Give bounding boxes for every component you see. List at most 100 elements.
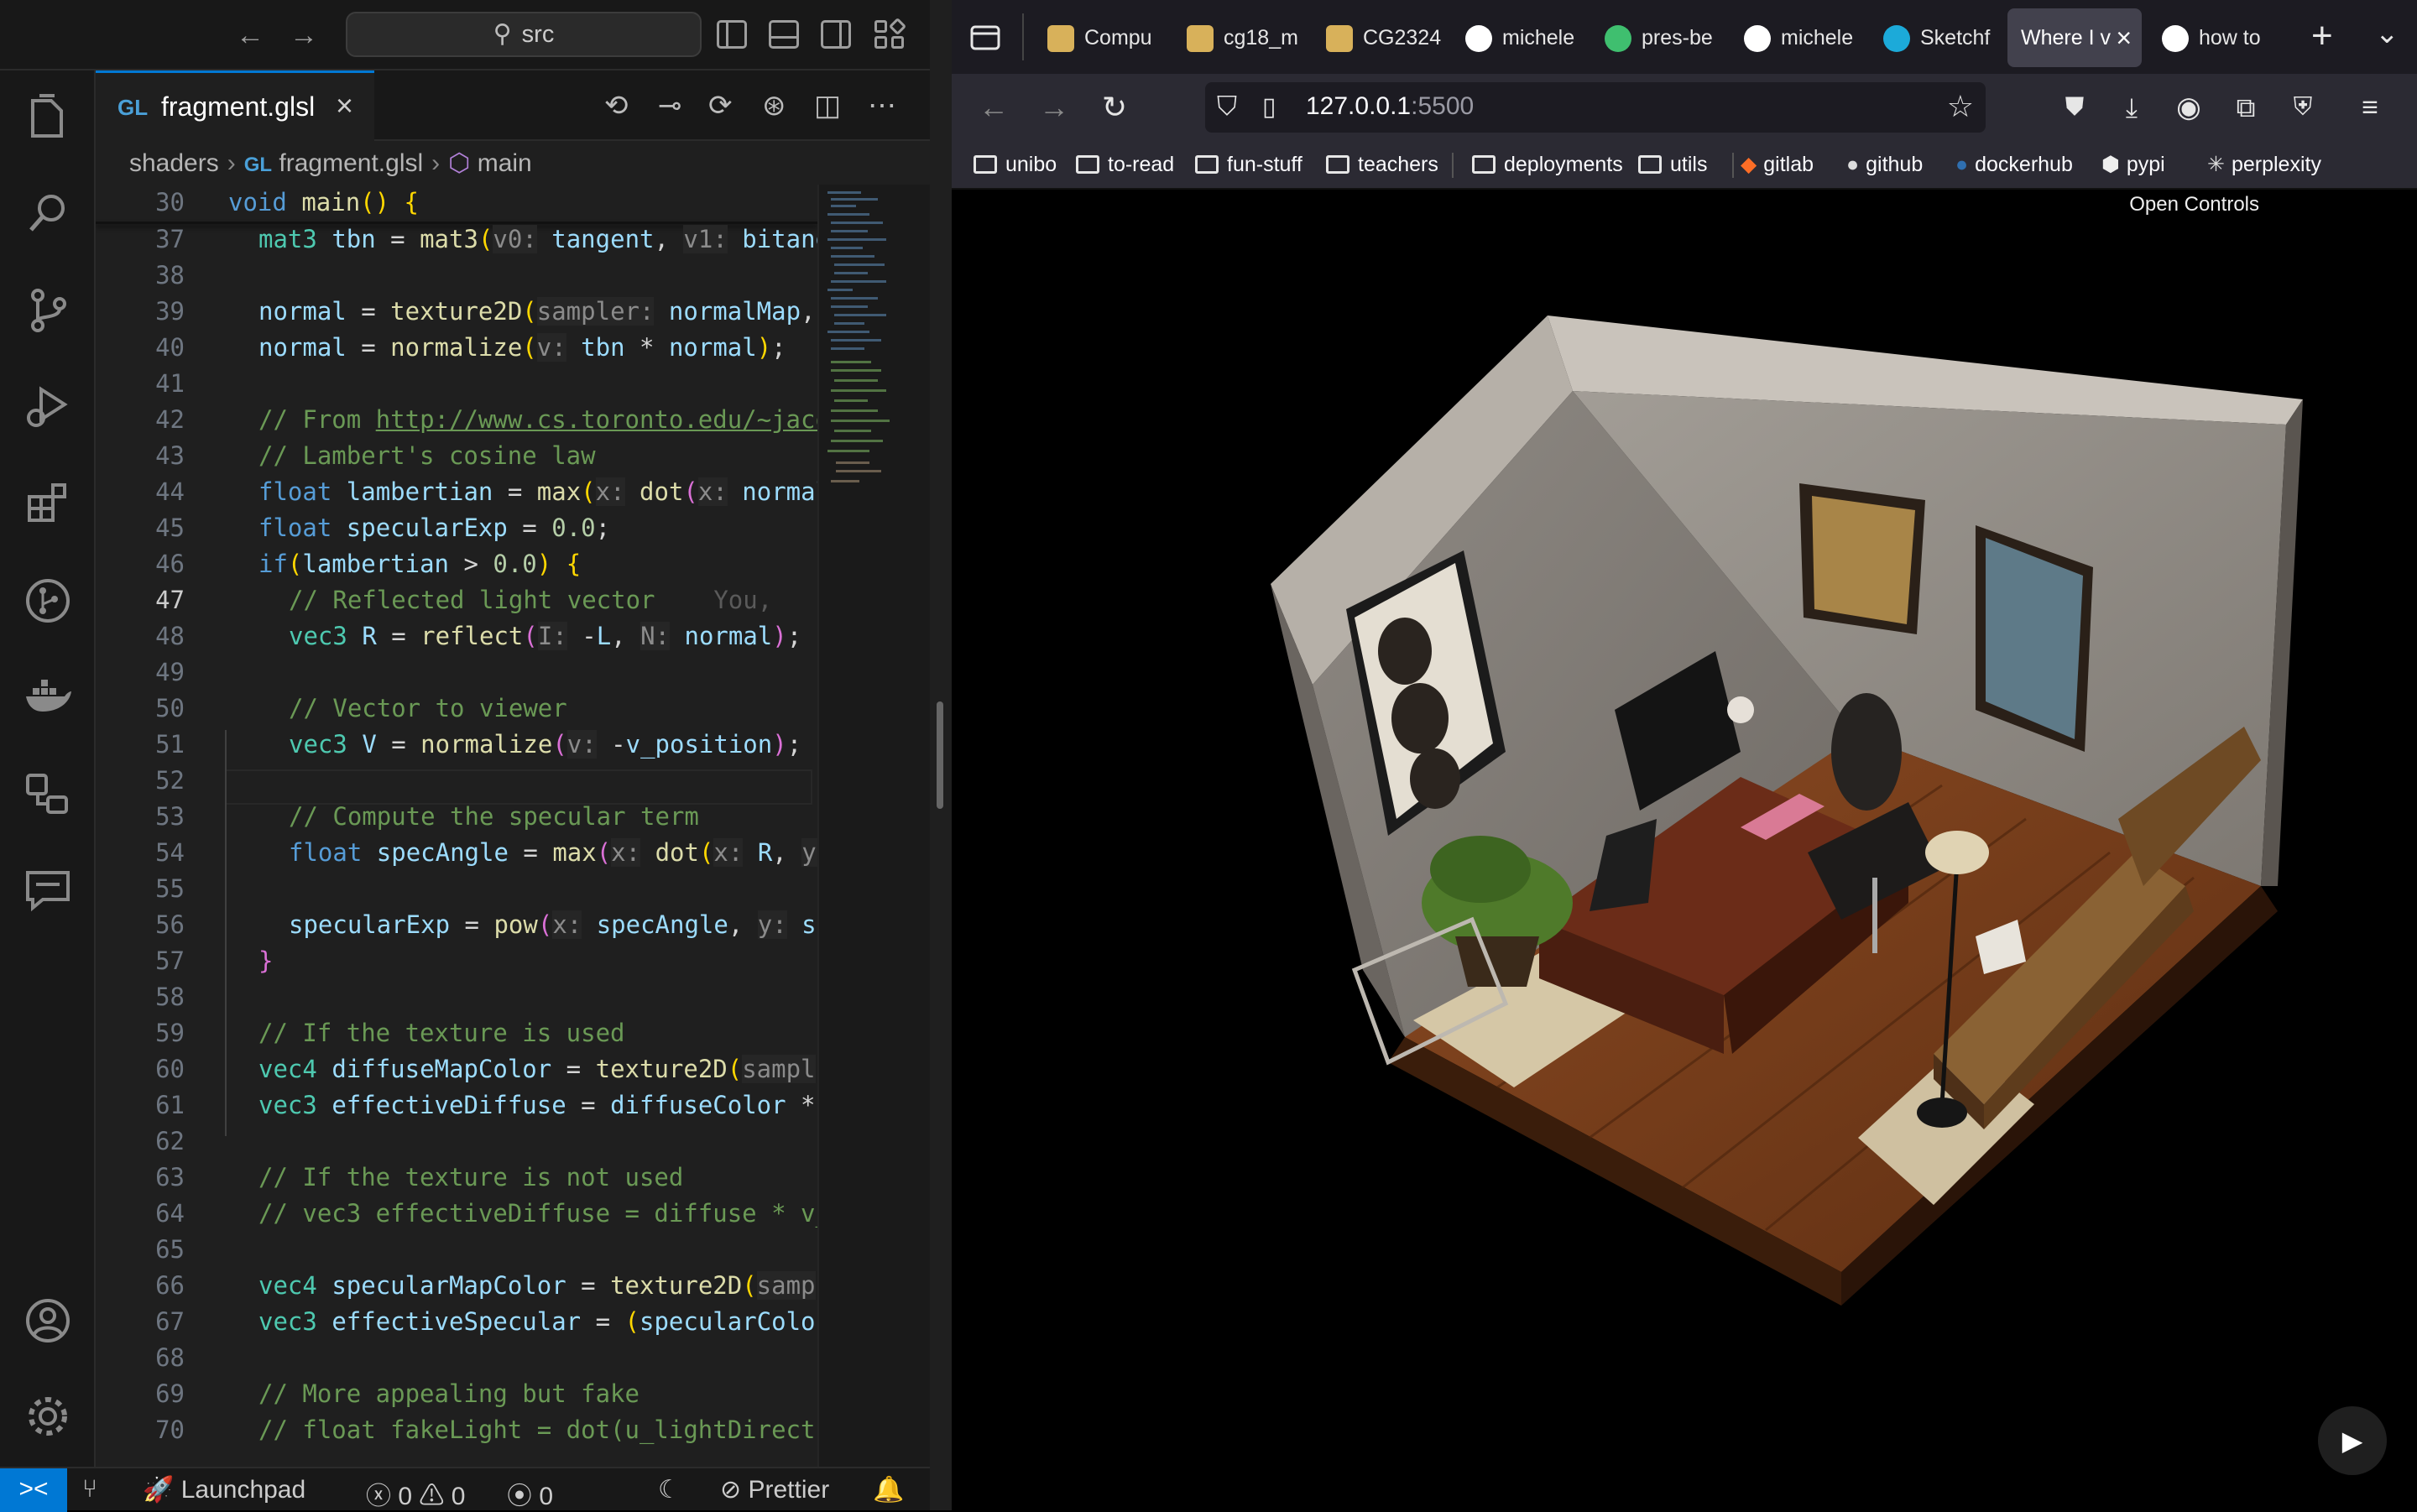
hamburger-menu-icon[interactable]: ≡ xyxy=(2350,87,2390,128)
bookmark-folder[interactable]: teachers xyxy=(1326,149,1438,180)
extensions-icon[interactable] xyxy=(23,478,73,529)
bookmark-pypi[interactable]: ⬢ pypi xyxy=(2101,149,2165,180)
remote-explorer-icon[interactable] xyxy=(23,769,73,819)
problems-item[interactable]: ⓧ 0 ⚠ 0 xyxy=(366,1475,465,1512)
downloads-icon[interactable]: ⤓ xyxy=(2112,87,2152,128)
git-graph-icon[interactable] xyxy=(23,576,73,626)
code-line[interactable]: // If the texture is not used xyxy=(258,1163,683,1191)
bookmark-star-icon[interactable]: ☆ xyxy=(1947,89,1974,124)
splitter-handle[interactable] xyxy=(937,701,943,809)
chat-icon[interactable] xyxy=(23,864,73,915)
url-link[interactable]: http://www.cs.toronto.edu/~jaco xyxy=(376,405,817,434)
code-line[interactable]: float specAngle = max(x: dot(x: R, y: xyxy=(289,838,817,867)
crescent-icon[interactable]: ☾ xyxy=(658,1475,681,1504)
code-line[interactable]: vec3 R = reflect(I: -L, N: normal); xyxy=(289,622,801,650)
launchpad-item[interactable]: 🚀 Launchpad xyxy=(143,1475,305,1504)
breadcrumb-folder[interactable]: shaders xyxy=(129,149,219,177)
open-controls-button[interactable]: Open Controls xyxy=(2129,193,2259,216)
forward-arrow-icon[interactable]: → xyxy=(1034,87,1074,128)
bookmark-folder[interactable]: fun-stuff xyxy=(1195,149,1302,180)
browser-tab-active[interactable]: Where I v × xyxy=(2007,8,2142,67)
pocket-icon[interactable]: ⛊ xyxy=(2054,87,2095,128)
browser-tab[interactable]: cg18_m xyxy=(1175,8,1314,67)
code-line[interactable]: // From http://www.cs.toronto.edu/~jaco xyxy=(258,405,817,434)
bookmark-gitlab[interactable]: ◆ gitlab xyxy=(1741,149,1814,180)
browser-tab[interactable]: michele xyxy=(1732,8,1871,67)
close-tab-icon[interactable]: × xyxy=(2116,8,2132,67)
source-control-icon[interactable] xyxy=(23,285,73,336)
code-line[interactable]: // vec3 effectiveDiffuse = diffuse * v_ xyxy=(258,1199,817,1228)
toggle-panel-icon[interactable] xyxy=(769,20,799,49)
ports-item[interactable]: ⦿ 0 xyxy=(507,1475,553,1512)
browser-tab[interactable]: pres-be xyxy=(1593,8,1732,67)
browser-tab[interactable]: Compu xyxy=(1036,8,1183,67)
bookmark-perplexity[interactable]: ✳ perplexity xyxy=(2207,149,2321,180)
firefox-view-icon[interactable] xyxy=(968,20,1002,54)
timeline-forward-icon[interactable]: ⟳ xyxy=(708,89,733,123)
customize-layout-icon[interactable] xyxy=(874,17,907,49)
webgl-canvas[interactable]: Open Controls ▶ xyxy=(952,190,2417,1510)
minimap[interactable] xyxy=(817,185,930,1467)
close-tab-icon[interactable]: × xyxy=(336,88,353,123)
git-lens-icon[interactable]: ⊛ xyxy=(762,89,786,123)
code-line[interactable]: // Lambert's cosine law xyxy=(258,441,596,470)
list-all-tabs-icon[interactable]: ⌄ xyxy=(2375,17,2399,50)
back-arrow-icon[interactable]: ← xyxy=(974,87,1014,128)
page-info-icon[interactable]: ▯ xyxy=(1262,92,1276,122)
bitwarden-icon[interactable]: ⛨ xyxy=(2283,87,2323,128)
explorer-icon[interactable] xyxy=(23,92,73,143)
code-line[interactable]: specularExp = pow(x: specAngle, y: sh xyxy=(289,910,817,939)
extensions-puzzle-icon[interactable]: ⧉ xyxy=(2226,87,2266,128)
breadcrumb-file[interactable]: fragment.glsl xyxy=(279,149,423,177)
code-line[interactable]: vec3 effectiveDiffuse = diffuseColor * xyxy=(258,1091,816,1119)
remote-indicator[interactable]: >< xyxy=(0,1468,67,1512)
notifications-bell-icon[interactable]: 🔔 xyxy=(873,1475,904,1504)
branch-icon[interactable]: ⑂ xyxy=(82,1475,97,1504)
toggle-primary-sidebar-icon[interactable] xyxy=(717,20,747,49)
code-line[interactable]: // More appealing but fake xyxy=(258,1379,639,1408)
code-line[interactable]: // float fakeLight = dot(u_lightDirect xyxy=(258,1416,815,1444)
new-tab-icon[interactable]: + xyxy=(2311,15,2333,57)
browser-tab[interactable]: Sketchf xyxy=(1871,8,2011,67)
split-editor-icon[interactable]: ◫ xyxy=(814,89,841,123)
browser-tab[interactable]: michele xyxy=(1454,8,1593,67)
prettier-item[interactable]: ⊘ Prettier xyxy=(720,1475,829,1504)
code-line[interactable]: vec4 specularMapColor = texture2D(samp xyxy=(258,1271,816,1300)
bookmark-folder[interactable]: deployments xyxy=(1472,149,1623,180)
code-line[interactable]: // If the texture is used xyxy=(258,1019,625,1047)
code-line[interactable]: // Vector to viewer xyxy=(289,694,567,722)
shield-icon[interactable]: ⛉ xyxy=(1217,91,1237,123)
url-bar[interactable]: ⛉ ▯ 127.0.0.1:5500 ☆ xyxy=(1205,82,1986,133)
code-line[interactable]: float lambertian = max(x: dot(x: normal xyxy=(258,477,817,506)
window-splitter[interactable] xyxy=(930,0,952,1510)
docker-icon[interactable] xyxy=(23,671,73,722)
bookmark-folder[interactable]: unibo xyxy=(974,149,1057,180)
back-arrow-icon[interactable]: ← xyxy=(230,15,270,55)
code-line[interactable]: float specularExp = 0.0; xyxy=(258,514,610,542)
git-commit-icon[interactable]: ⊸ xyxy=(658,89,682,123)
search-icon[interactable] xyxy=(23,188,73,238)
play-button[interactable]: ▶ xyxy=(2318,1406,2387,1475)
bookmark-github[interactable]: ● github xyxy=(1846,149,1923,180)
code-line[interactable]: vec4 diffuseMapColor = texture2D(sampl xyxy=(258,1055,816,1083)
code-line[interactable]: normal = normalize(v: tbn * normal); xyxy=(258,333,786,362)
browser-tab[interactable]: how to xyxy=(2150,8,2276,67)
accounts-icon[interactable] xyxy=(23,1296,73,1346)
settings-gear-icon[interactable] xyxy=(23,1391,73,1442)
account-icon[interactable]: ◉ xyxy=(2169,87,2209,128)
breadcrumb-symbol[interactable]: main xyxy=(478,149,532,177)
toggle-secondary-sidebar-icon[interactable] xyxy=(821,20,851,49)
code-line[interactable]: if(lambertian > 0.0) { xyxy=(258,550,581,578)
code-line[interactable]: // Compute the specular term xyxy=(289,802,699,831)
code-line[interactable]: vec3 V = normalize(v: -v_position); xyxy=(289,730,801,759)
browser-tab[interactable]: CG2324 xyxy=(1314,8,1454,67)
code-line[interactable]: } xyxy=(258,946,273,975)
tab-fragment-glsl[interactable]: GL fragment.glsl × xyxy=(96,70,374,141)
reload-icon[interactable]: ↻ xyxy=(1094,87,1135,128)
code-line[interactable]: // Reflected light vector You, xyxy=(289,586,772,614)
bookmark-dockerhub[interactable]: ● dockerhub xyxy=(1955,149,2073,180)
more-actions-icon[interactable]: ⋯ xyxy=(868,89,896,123)
code-line[interactable]: vec3 effectiveSpecular = (specularColo xyxy=(258,1307,816,1336)
code-line[interactable]: normal = texture2D(sampler: normalMap, xyxy=(258,297,816,326)
run-and-debug-icon[interactable] xyxy=(23,381,73,431)
